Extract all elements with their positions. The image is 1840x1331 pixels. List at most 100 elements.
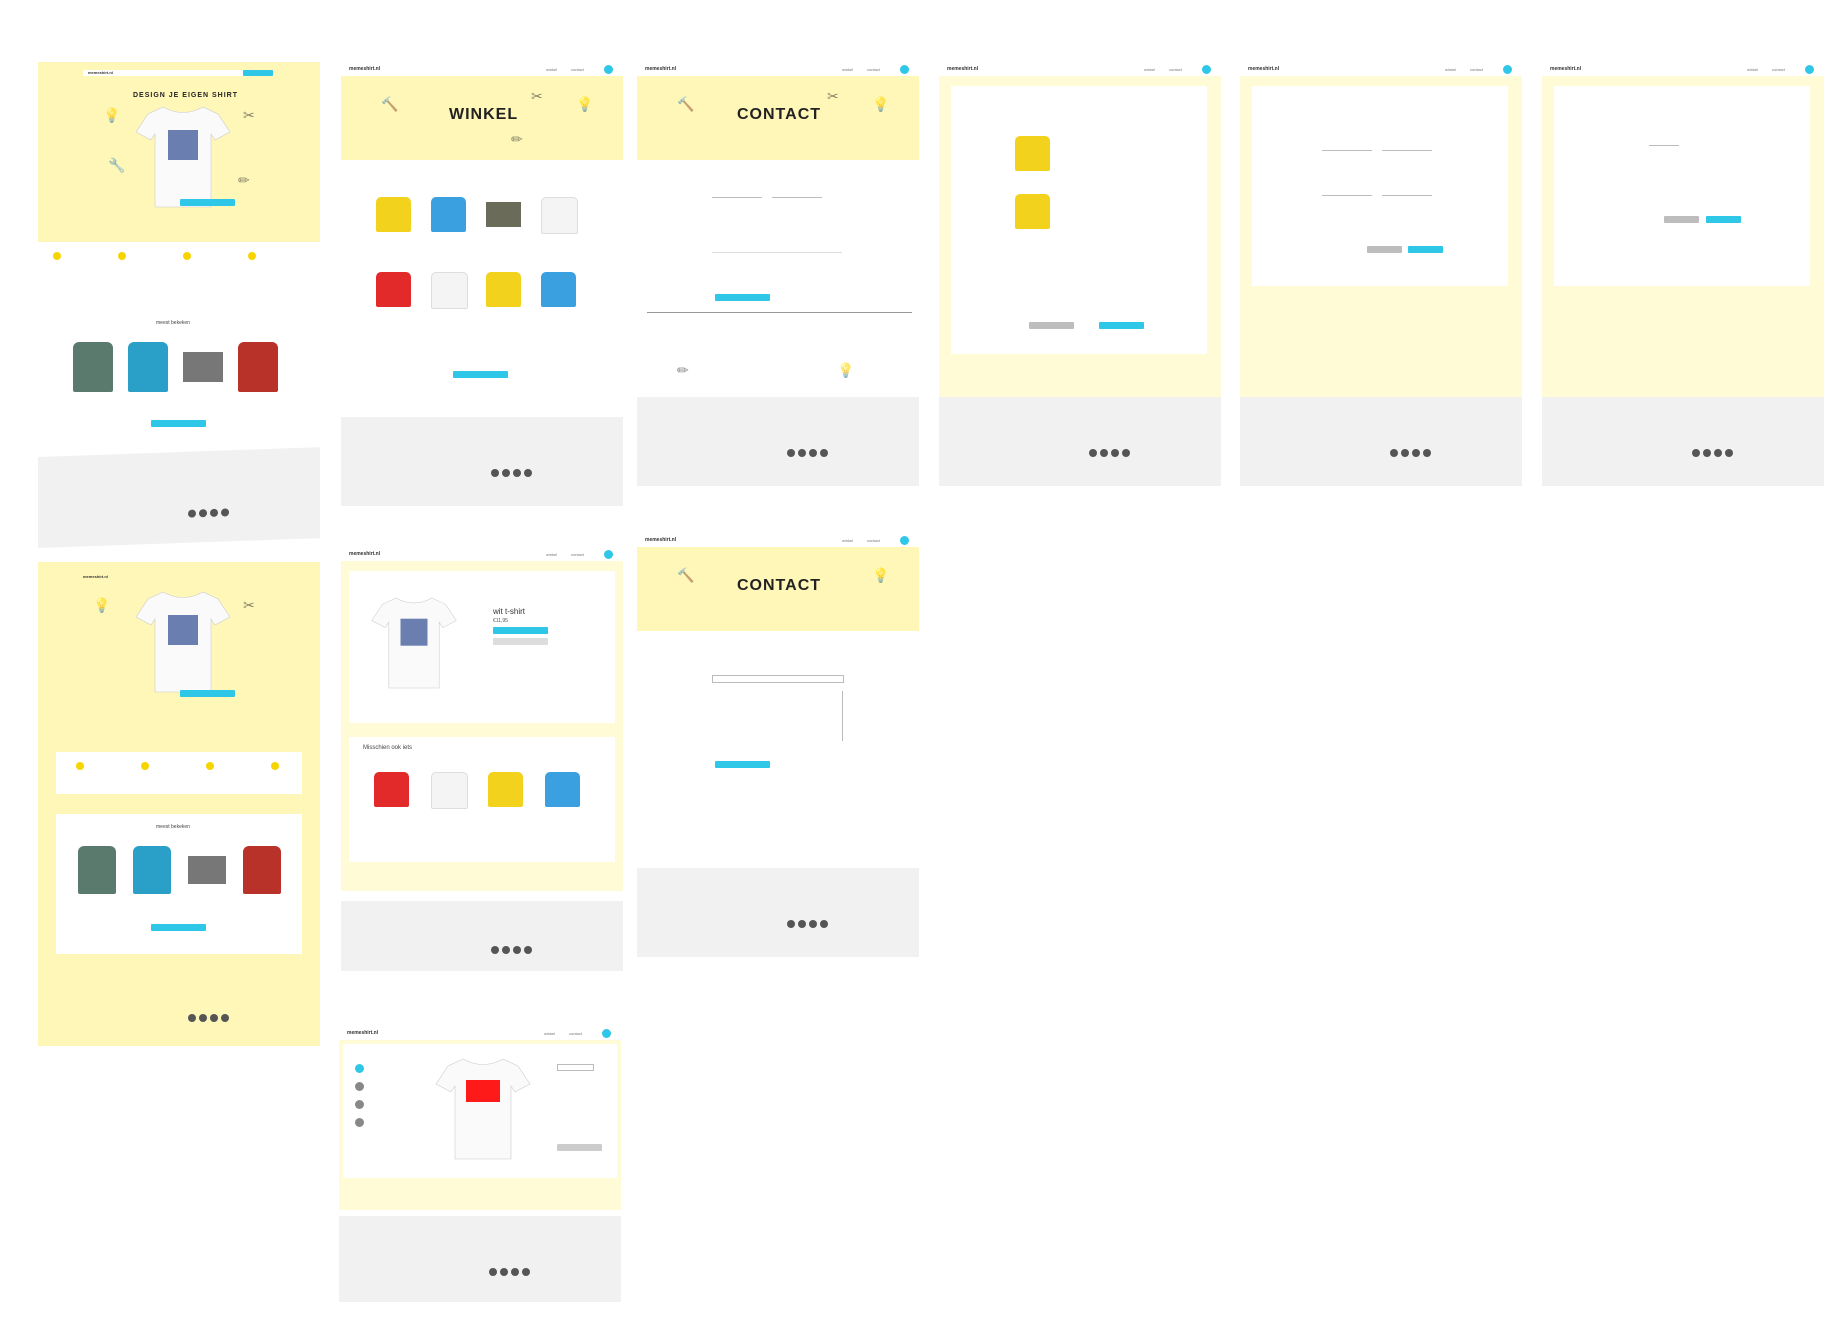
nav-winkel[interactable]: winkel: [546, 552, 557, 557]
nav-contact[interactable]: contact: [867, 538, 880, 543]
product-card[interactable]: [374, 772, 409, 807]
product-card[interactable]: [541, 197, 578, 234]
back-button[interactable]: [1664, 216, 1699, 223]
cart-button[interactable]: [1805, 65, 1814, 74]
step-4-icon[interactable]: [355, 1118, 364, 1127]
logo[interactable]: memeshirt.nl: [645, 537, 676, 543]
step-3-icon[interactable]: [355, 1100, 364, 1109]
nav-winkel[interactable]: winkel: [1747, 67, 1758, 72]
facebook-icon[interactable]: [489, 1268, 497, 1276]
pinterest-icon[interactable]: [1122, 449, 1130, 457]
nav-contact[interactable]: contact: [569, 1031, 582, 1036]
logo[interactable]: memeshirt.nl: [1550, 66, 1581, 72]
form-field[interactable]: [1382, 191, 1432, 196]
add-to-cart-button[interactable]: [557, 1144, 602, 1151]
cart-button[interactable]: [1202, 65, 1211, 74]
cart-button[interactable]: [604, 550, 613, 559]
facebook-icon[interactable]: [787, 449, 795, 457]
customize-button[interactable]: [493, 638, 548, 645]
size-select[interactable]: [557, 1064, 594, 1071]
facebook-icon[interactable]: [1692, 449, 1700, 457]
twitter-icon[interactable]: [502, 469, 510, 477]
back-button[interactable]: [1367, 246, 1402, 253]
logo[interactable]: memeshirt.nl: [347, 1030, 378, 1036]
nav-winkel[interactable]: winkel: [842, 538, 853, 543]
twitter-icon[interactable]: [502, 946, 510, 954]
instagram-icon[interactable]: [809, 449, 817, 457]
checkout-button[interactable]: [1099, 322, 1144, 329]
view-more-button[interactable]: [151, 420, 206, 427]
nav-contact[interactable]: contact: [1470, 67, 1483, 72]
search-button[interactable]: [243, 70, 273, 76]
step-2-icon[interactable]: [355, 1082, 364, 1091]
cart-item-shirt[interactable]: [1015, 136, 1050, 171]
cart-button[interactable]: [900, 65, 909, 74]
instagram-icon[interactable]: [511, 1268, 519, 1276]
step-1-icon[interactable]: [355, 1064, 364, 1073]
cart-item-shirt[interactable]: [1015, 194, 1050, 229]
logo[interactable]: memeshirt.nl: [645, 66, 676, 72]
product-thumb[interactable]: [128, 342, 168, 392]
facebook-icon[interactable]: [491, 469, 499, 477]
facebook-icon[interactable]: [491, 946, 499, 954]
logo[interactable]: memeshirt.nl: [349, 551, 380, 557]
nav-contact[interactable]: contact: [867, 67, 880, 72]
product-card[interactable]: [486, 202, 521, 227]
pinterest-icon[interactable]: [1423, 449, 1431, 457]
pinterest-icon[interactable]: [1725, 449, 1733, 457]
next-button[interactable]: [1408, 246, 1443, 253]
product-card[interactable]: [545, 772, 580, 807]
product-thumb[interactable]: [183, 352, 223, 382]
nav-contact[interactable]: contact: [571, 552, 584, 557]
product-thumb[interactable]: [238, 342, 278, 392]
pinterest-icon[interactable]: [221, 1014, 229, 1022]
instagram-icon[interactable]: [1111, 449, 1119, 457]
product-card[interactable]: [431, 272, 468, 309]
twitter-icon[interactable]: [199, 1014, 207, 1022]
instagram-icon[interactable]: [210, 508, 218, 517]
message-field[interactable]: [712, 212, 842, 253]
product-card[interactable]: [486, 272, 521, 307]
form-field[interactable]: [1382, 146, 1432, 151]
nav-winkel[interactable]: winkel: [1144, 67, 1155, 72]
nav-contact[interactable]: contact: [1169, 67, 1182, 72]
add-to-cart-button[interactable]: [493, 627, 548, 634]
product-thumb[interactable]: [133, 846, 171, 894]
product-thumb[interactable]: [73, 342, 113, 392]
logo[interactable]: memeshirt.nl: [88, 70, 113, 75]
message-field[interactable]: [712, 691, 843, 741]
instagram-icon[interactable]: [1412, 449, 1420, 457]
pinterest-icon[interactable]: [524, 469, 532, 477]
form-field[interactable]: [1322, 146, 1372, 151]
facebook-icon[interactable]: [188, 1014, 196, 1022]
form-field[interactable]: [1322, 191, 1372, 196]
tshirt-canvas[interactable]: [433, 1054, 533, 1164]
send-button[interactable]: [715, 294, 770, 301]
twitter-icon[interactable]: [1401, 449, 1409, 457]
instagram-icon[interactable]: [1714, 449, 1722, 457]
product-card[interactable]: [376, 272, 411, 307]
instagram-icon[interactable]: [809, 920, 817, 928]
logo[interactable]: memeshirt.nl: [83, 574, 108, 579]
logo[interactable]: memeshirt.nl: [349, 66, 380, 72]
product-thumb[interactable]: [243, 846, 281, 894]
product-card[interactable]: [488, 772, 523, 807]
name-field[interactable]: [712, 192, 762, 198]
name-field[interactable]: [712, 675, 844, 683]
email-field[interactable]: [772, 192, 822, 198]
cart-button[interactable]: [900, 536, 909, 545]
pay-button[interactable]: [1706, 216, 1741, 223]
twitter-icon[interactable]: [199, 509, 207, 518]
send-button[interactable]: [715, 761, 770, 768]
product-card[interactable]: [431, 197, 466, 232]
logo[interactable]: memeshirt.nl: [1248, 66, 1279, 72]
cart-button[interactable]: [604, 65, 613, 74]
facebook-icon[interactable]: [787, 920, 795, 928]
nav-winkel[interactable]: winkel: [1445, 67, 1456, 72]
nav-winkel[interactable]: winkel: [544, 1031, 555, 1036]
twitter-icon[interactable]: [798, 920, 806, 928]
load-more-button[interactable]: [453, 371, 508, 378]
twitter-icon[interactable]: [798, 449, 806, 457]
instagram-icon[interactable]: [210, 1014, 218, 1022]
cart-button[interactable]: [602, 1029, 611, 1038]
